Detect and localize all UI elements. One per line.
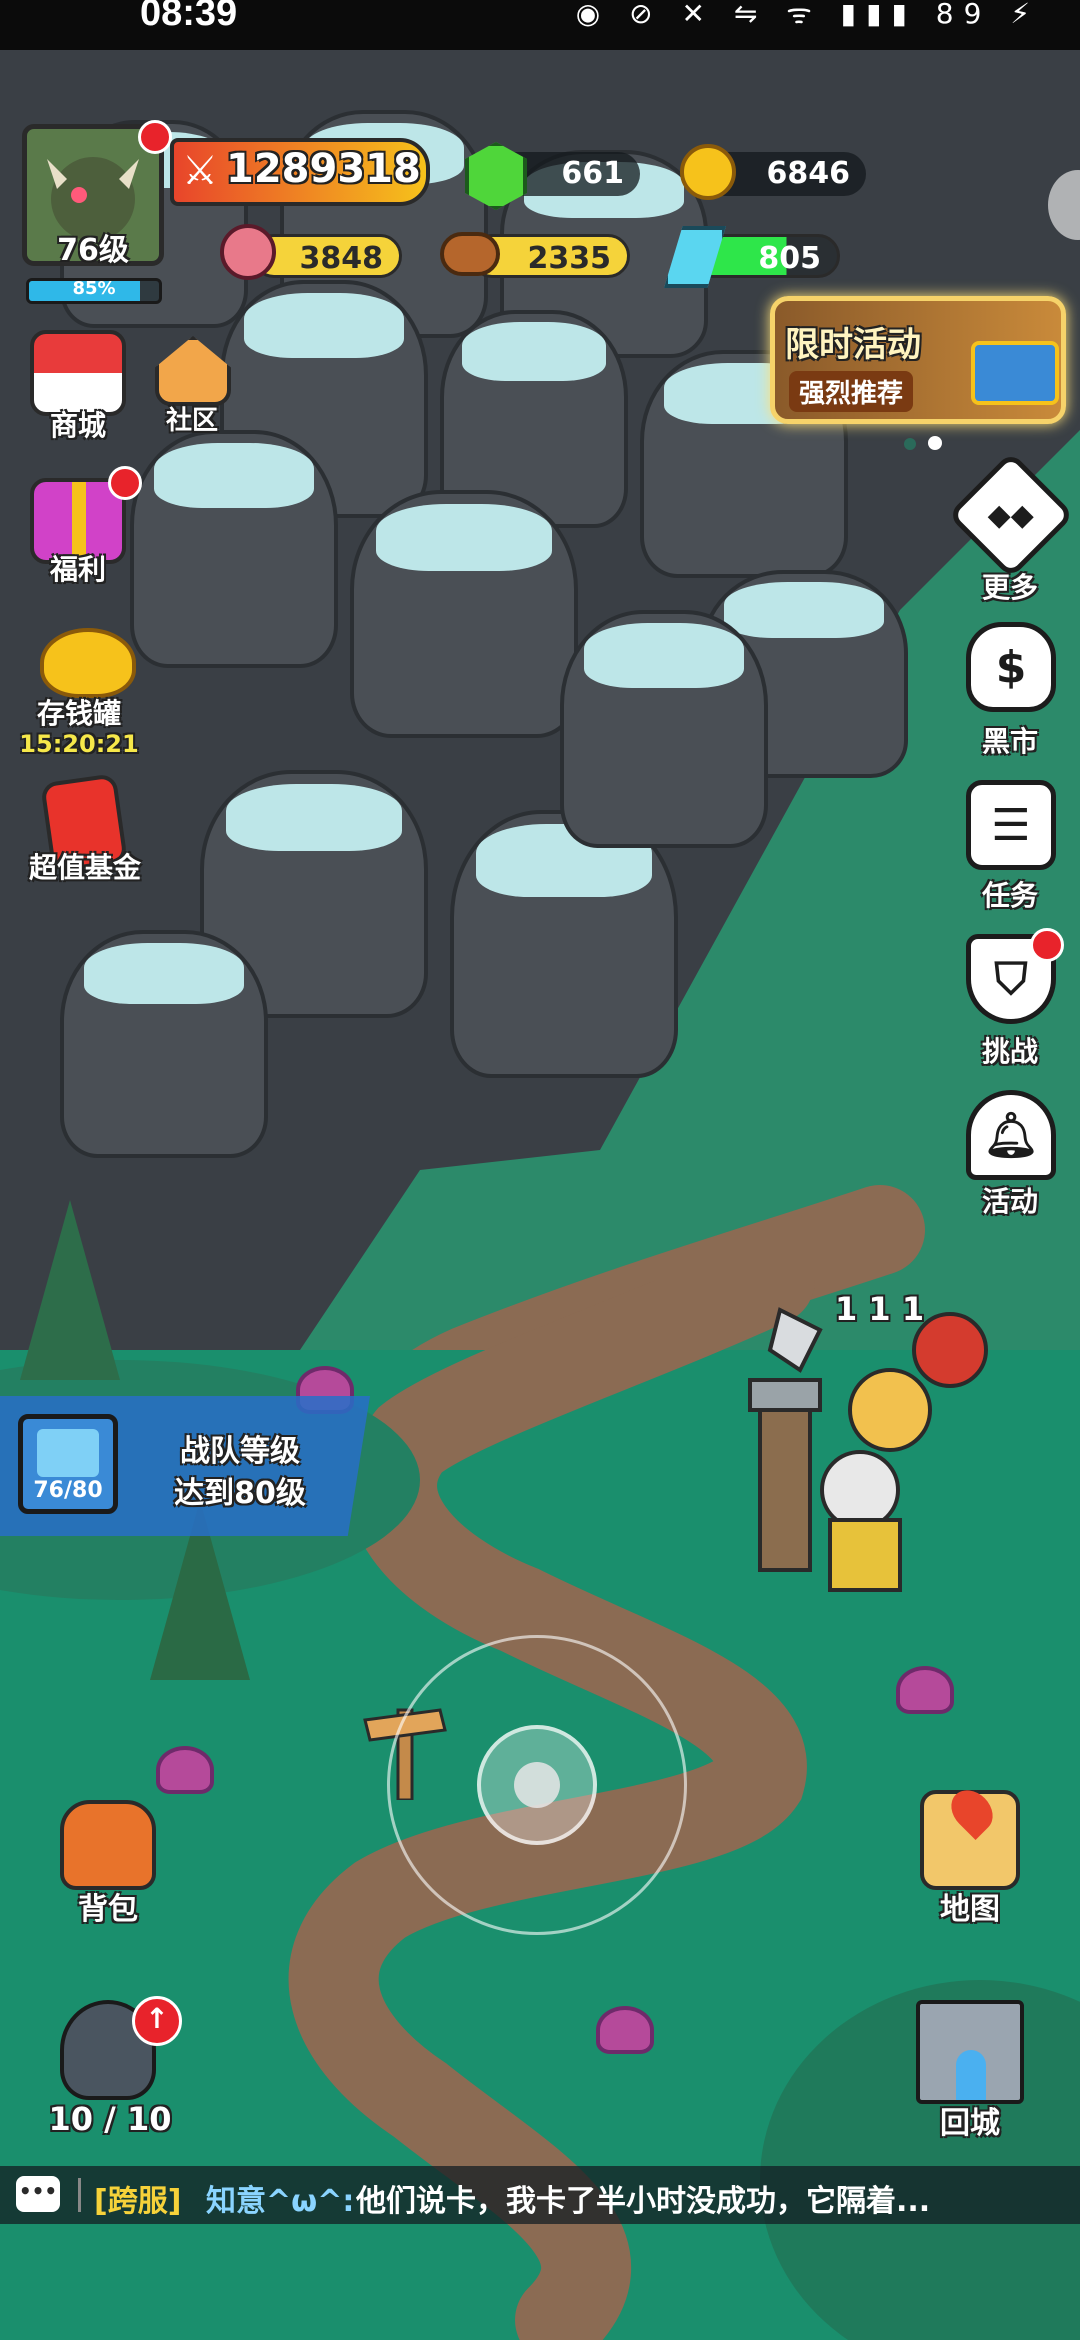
snow-rock — [450, 810, 678, 1078]
purple-flower — [900, 1670, 950, 1710]
snow-rock — [60, 930, 268, 1158]
welfare-label[interactable]: 福利 — [28, 548, 128, 588]
snow-rock — [560, 610, 768, 848]
welfare-notification-dot — [108, 466, 142, 500]
damage-numbers: 1 1 1 — [835, 1290, 925, 1328]
gold-coin-icon — [680, 144, 736, 200]
chat-message: 他们说卡，我卡了半小时没成功，它隔着... — [356, 2184, 931, 2219]
challenge-label[interactable]: 挑战 — [955, 1030, 1065, 1070]
piggy-bank-label[interactable]: 存钱罐 — [14, 692, 144, 732]
power-banner: ⚔ 1289318 — [170, 138, 430, 206]
piggy-bank-icon[interactable] — [40, 628, 136, 698]
upgrade-arrow-icon: ↑ — [132, 1996, 182, 2046]
activity-label[interactable]: 活动 — [955, 1180, 1065, 1220]
castle-icon[interactable] — [916, 2000, 1024, 2104]
exp-bar: 85% — [26, 278, 162, 304]
status-icons: ◉ ⊘ ✕ ⇋ ᯤ ▮▮▮ 89 ⚡ — [576, 0, 1040, 32]
chat-user: 知意^ω^: — [206, 2184, 355, 2219]
pine-tree — [20, 1200, 120, 1380]
return-city-label[interactable]: 回城 — [912, 2098, 1028, 2142]
avatar-notification-dot — [138, 120, 172, 154]
bag-label[interactable]: 背包 — [58, 1884, 158, 1928]
hero-count: 10 / 10 — [48, 2100, 172, 2138]
banner-page-dot-active — [928, 436, 942, 450]
task-list-icon[interactable]: ☰ — [966, 780, 1056, 870]
fund-label[interactable]: 超值基金 — [10, 846, 160, 886]
limited-event-banner[interactable]: 限时活动 强烈推荐 — [770, 296, 1066, 424]
player-level: 76级 — [57, 233, 129, 268]
shop-label[interactable]: 商城 — [28, 404, 128, 444]
snow-rock — [350, 490, 578, 738]
swords-icon: ⚔ — [182, 148, 218, 194]
exp-percent: 85% — [72, 278, 116, 299]
map-label[interactable]: 地图 — [915, 1884, 1025, 1928]
status-time: 08:39 — [140, 0, 238, 34]
black-market-label[interactable]: 黑市 — [955, 720, 1065, 760]
snow-rock — [130, 430, 338, 668]
status-bar: 08:39 ◉ ⊘ ✕ ⇋ ᯤ ▮▮▮ 89 ⚡ — [0, 0, 1080, 50]
map-icon[interactable] — [920, 1782, 1020, 1890]
community-label[interactable]: 社区 — [142, 400, 242, 437]
tasks-label[interactable]: 任务 — [955, 874, 1065, 914]
gold-value: 6846 — [766, 156, 851, 191]
battery-level: 89 — [935, 0, 992, 30]
challenge-notification-dot — [1030, 928, 1064, 962]
chat-bubble-icon[interactable]: ••• — [16, 2176, 60, 2212]
money-bag-icon[interactable]: $ — [966, 622, 1056, 712]
wood-log-icon — [440, 232, 500, 276]
chat-channel: [跨服] — [94, 2184, 182, 2219]
chat-bar[interactable]: ••• [跨服] 知意^ω^: 他们说卡，我卡了半小时没成功，它隔着... — [0, 2166, 1080, 2224]
power-value: 1289318 — [226, 146, 421, 192]
purple-flower — [600, 2010, 650, 2050]
backpack-icon[interactable] — [60, 1800, 156, 1890]
gem-value: 661 — [561, 156, 624, 191]
wood-value: 2335 — [527, 241, 612, 276]
event-title: 限时活动 — [785, 325, 921, 365]
banner-page-dot — [904, 438, 916, 450]
more-label[interactable]: 更多 — [955, 566, 1065, 606]
meat-value: 3848 — [299, 241, 384, 276]
purple-flower — [160, 1750, 210, 1790]
crystal-value: 805 — [758, 241, 821, 276]
chat-divider — [78, 2178, 81, 2212]
joystick-knob[interactable] — [477, 1725, 597, 1845]
piggy-bank-timer: 15:20:21 — [19, 730, 139, 758]
quest-line-1: 战队等级 — [180, 1434, 300, 1469]
treasure-chest-icon — [971, 341, 1059, 405]
quest-panel[interactable]: 76/80 战队等级 达到80级 — [0, 1396, 370, 1536]
meat-icon — [220, 224, 276, 280]
bell-icon[interactable]: 🔔︎ — [966, 1090, 1056, 1180]
event-subtitle: 强烈推荐 — [789, 371, 914, 412]
quest-line-2: 达到80级 — [174, 1476, 306, 1511]
quest-progress: 76/80 — [33, 1478, 103, 1503]
